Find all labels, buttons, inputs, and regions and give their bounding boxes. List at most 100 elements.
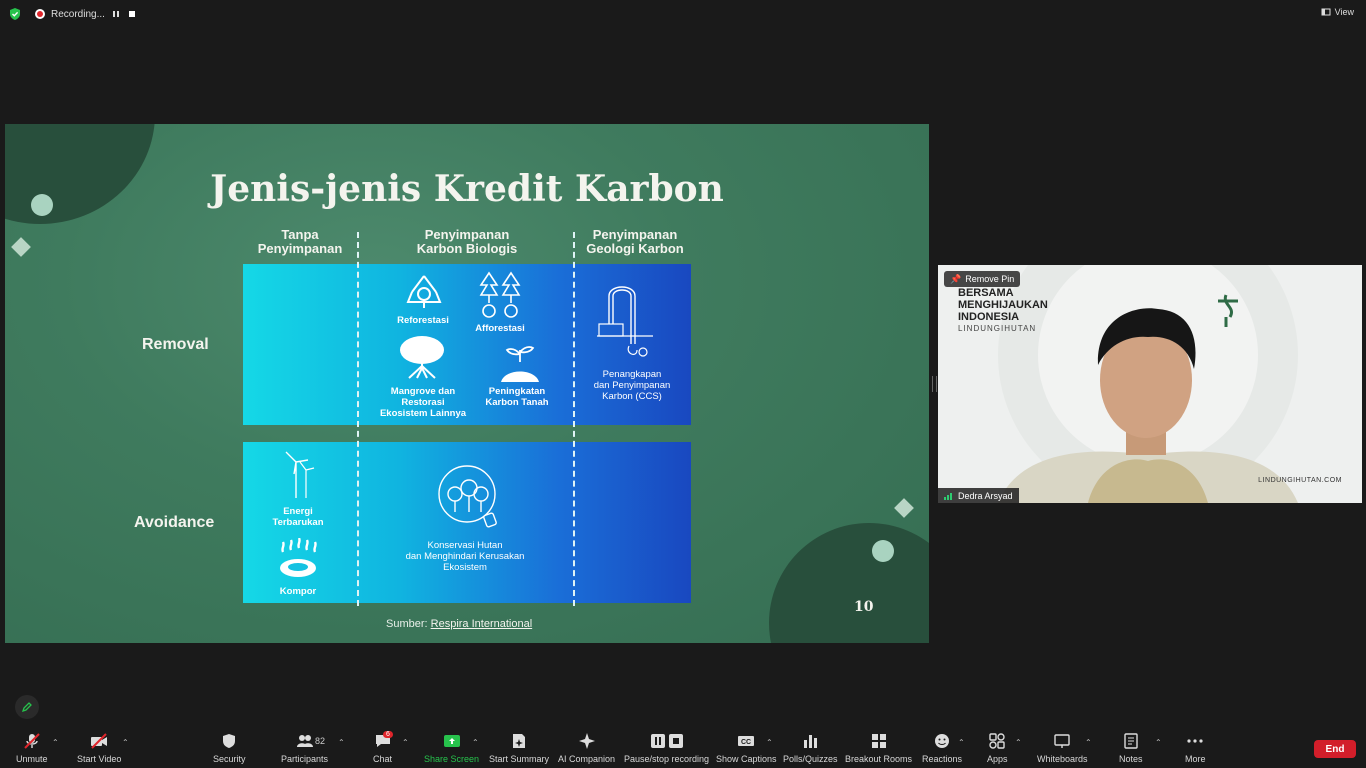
column-divider (573, 232, 575, 606)
pin-icon: 📌 (950, 273, 962, 284)
decor-diamond (894, 498, 914, 518)
remove-pin-label: Remove Pin (965, 274, 1015, 284)
start-video-button[interactable]: Start Video (77, 732, 121, 764)
notes-icon (1124, 733, 1138, 749)
apps-button[interactable]: Apps (987, 732, 1008, 764)
view-label: View (1334, 7, 1354, 17)
source-line: Sumber: Respira International (386, 618, 532, 630)
video-off-icon (91, 733, 108, 749)
more-icon (1187, 739, 1203, 743)
slide-page-number: 10 (854, 599, 874, 615)
energi-label: Energi Terbarukan (272, 506, 324, 528)
start-summary-button[interactable]: Start Summary (489, 732, 549, 764)
top-bar: Recording... View (0, 0, 1366, 28)
mic-muted-icon (24, 733, 40, 749)
security-label: Security (213, 754, 246, 764)
stove-icon (280, 538, 317, 577)
stop-icon[interactable] (126, 8, 138, 20)
participant-video-tile[interactable]: BERSAMA MENGHIJAUKAN INDONESIA LINDUNGIH… (938, 265, 1362, 503)
column-header: Penyimpanan Karbon Biologis (416, 227, 518, 256)
breakout-icon (871, 734, 886, 748)
chevron-up-icon[interactable]: ⌃ (338, 738, 345, 747)
whiteboards-label: Whiteboards (1037, 754, 1088, 764)
chevron-up-icon[interactable]: ⌃ (958, 738, 965, 747)
apps-icon (989, 733, 1005, 749)
breakout-rooms-button[interactable]: Breakout Rooms (845, 732, 912, 764)
svg-text:CC: CC (741, 739, 751, 746)
shield-icon (223, 734, 236, 748)
column-header: Tanpa Penyimpanan (257, 227, 343, 256)
brand-text: BERSAMA MENGHIJAUKAN INDONESIA LINDUNGIH… (958, 287, 1048, 333)
chevron-up-icon[interactable]: ⌃ (1015, 738, 1022, 747)
meeting-toolbar: Unmute ⌃ Start Video ⌃ Security Particip… (0, 728, 1366, 768)
signal-icon (944, 492, 952, 500)
pause-recording-button[interactable]: Pause/stop recording (624, 732, 709, 764)
karbon-tanah-label: Peningkatan Karbon Tanah (485, 386, 549, 408)
konservasi-label: Konservasi Hutan dan Menghindari Kerusaka… (405, 540, 525, 573)
pause-icon[interactable] (110, 8, 122, 20)
shared-slide: Jenis-jenis Kredit Karbon Tanpa Penyimpan… (5, 124, 929, 643)
reforestation-icon (406, 275, 442, 308)
security-button[interactable]: Security (213, 732, 246, 764)
pause-stop-icon (650, 734, 683, 748)
apps-label: Apps (987, 754, 1008, 764)
column-divider (357, 232, 359, 606)
show-captions-label: Show Captions (716, 754, 777, 764)
end-meeting-button[interactable]: End (1314, 740, 1356, 758)
chevron-up-icon[interactable]: ⌃ (402, 738, 409, 747)
unmute-button[interactable]: Unmute (16, 732, 48, 764)
ai-companion-label: AI Companion (558, 754, 616, 764)
breakout-label: Breakout Rooms (845, 754, 913, 764)
wind-turbine-icon (285, 451, 315, 498)
reactions-button[interactable]: Reactions (922, 732, 962, 764)
shield-icon[interactable] (8, 7, 22, 21)
participant-name-tag: Dedra Arsyad (938, 488, 1019, 503)
participants-count: 82 (315, 736, 326, 746)
recording-indicator[interactable]: Recording... (35, 5, 105, 23)
start-summary-label: Start Summary (489, 754, 550, 764)
participants-icon (296, 735, 313, 747)
afforestasi-label: Afforestasi (475, 323, 525, 334)
emoji-icon (935, 734, 950, 748)
share-screen-label: Share Screen (424, 754, 480, 764)
chat-button[interactable]: 6 Chat (373, 731, 393, 764)
forest-conservation-icon (438, 465, 497, 528)
chevron-up-icon[interactable]: ⌃ (52, 738, 59, 747)
whiteboards-button[interactable]: Whiteboards (1037, 732, 1088, 764)
captions-icon: CC (738, 736, 755, 746)
share-screen-button[interactable]: Share Screen (424, 732, 479, 764)
view-button[interactable]: View (1321, 7, 1354, 17)
source-link[interactable]: Respira International (431, 618, 533, 630)
slide-title: Jenis-jenis Kredit Karbon (210, 168, 724, 210)
more-label: More (1185, 754, 1206, 764)
notes-label: Notes (1119, 754, 1143, 764)
record-icon (35, 9, 45, 19)
annotate-button[interactable] (15, 695, 39, 719)
source-prefix: Sumber: (386, 618, 428, 630)
chevron-up-icon[interactable]: ⌃ (122, 738, 129, 747)
show-captions-button[interactable]: CC Show Captions (716, 732, 777, 764)
pencil-icon (21, 702, 32, 713)
chevron-up-icon[interactable]: ⌃ (766, 738, 773, 747)
summary-icon (513, 734, 525, 748)
chevron-up-icon[interactable]: ⌃ (1085, 738, 1092, 747)
remove-pin-button[interactable]: 📌 Remove Pin (944, 271, 1021, 287)
participants-label: Participants (281, 754, 329, 764)
ai-companion-button[interactable]: AI Companion (558, 732, 615, 764)
mangrove-icon (400, 336, 444, 379)
row-header-avoidance: Avoidance (134, 514, 215, 531)
share-screen-icon (443, 735, 460, 747)
ccs-label: Penangkapan dan Penyimpanan Karbon (CCS) (593, 369, 671, 402)
chevron-up-icon[interactable]: ⌃ (472, 738, 479, 747)
decor-circle (872, 540, 894, 562)
pause-recording-label: Pause/stop recording (624, 754, 710, 764)
polls-button[interactable]: Polls/Quizzes (783, 732, 838, 764)
chevron-up-icon[interactable]: ⌃ (1155, 738, 1162, 747)
whiteboard-icon (1054, 734, 1070, 748)
resize-handle[interactable] (932, 376, 937, 392)
notes-button[interactable]: Notes (1119, 732, 1143, 764)
reactions-label: Reactions (922, 754, 963, 764)
ccs-icon (597, 286, 653, 357)
recording-label: Recording... (51, 8, 105, 20)
more-button[interactable]: More (1185, 732, 1206, 764)
